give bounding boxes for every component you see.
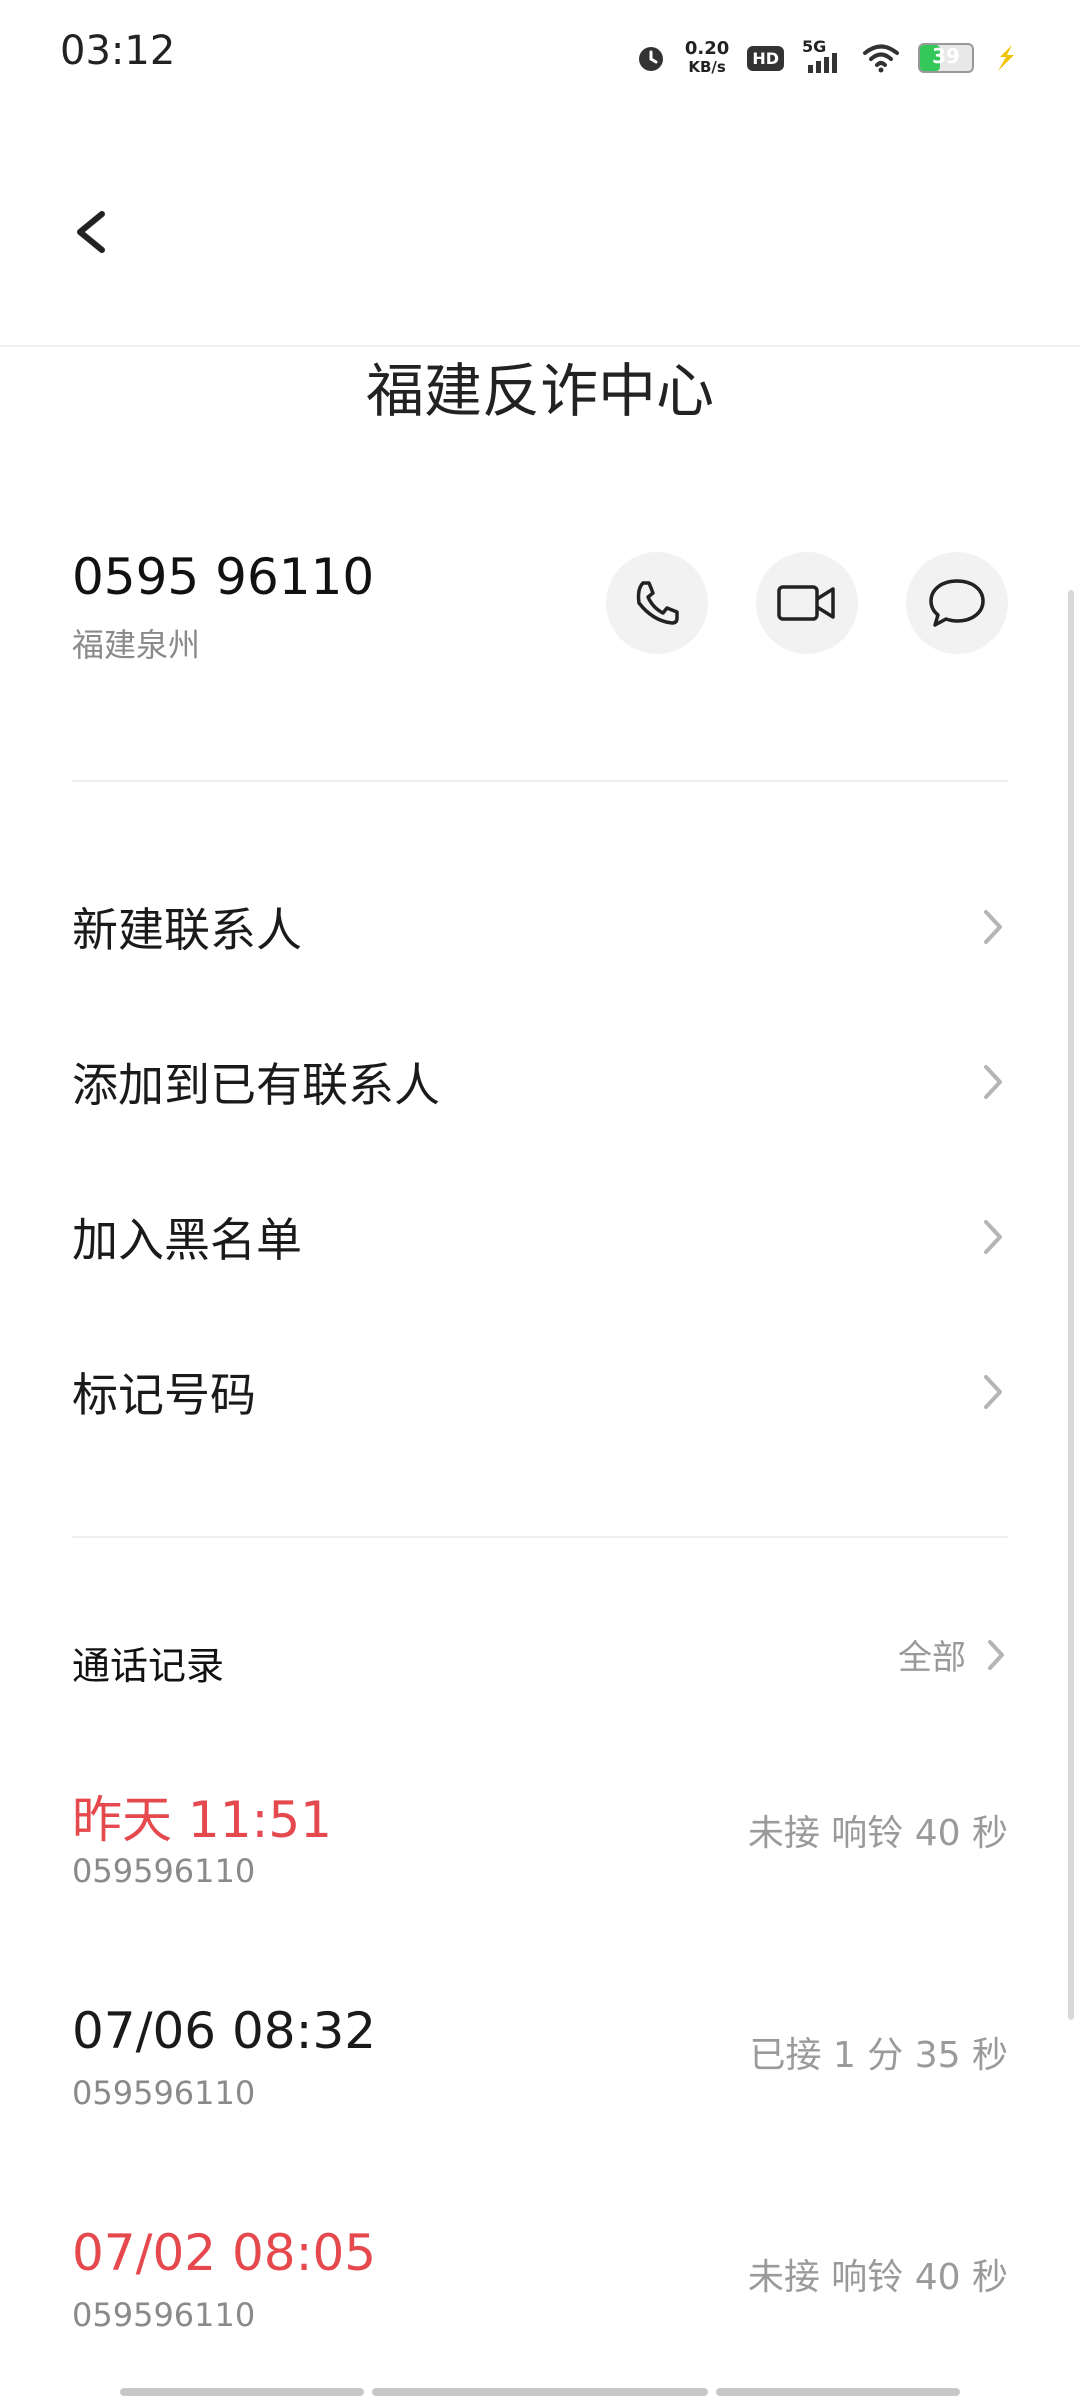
divider [72, 780, 1008, 782]
menu-item-new-contact[interactable]: 新建联系人 [72, 872, 1008, 982]
call-log-row[interactable]: 07/06 08:32 059596110 已接 1 分 35 秒 [72, 2002, 1008, 2152]
call-log-title: 通话记录 [72, 1644, 225, 1688]
contact-name: 福建反诈中心 [365, 357, 714, 425]
alarm-icon [638, 47, 663, 71]
chevron-right-icon [984, 910, 1002, 944]
call-status: 未接 响铃 40 秒 [747, 2257, 1008, 2298]
menu-item-label: 新建联系人 [72, 903, 302, 957]
video-icon [777, 585, 835, 621]
call-button[interactable] [606, 552, 708, 654]
chevron-right-icon [988, 1639, 1004, 1670]
call-log-row[interactable]: 07/02 08:05 059596110 未接 响铃 40 秒 [72, 2224, 1008, 2374]
status-icons: 0.20 KB/s HD 5G 39 [635, 36, 1018, 80]
status-time: 03:12 [60, 28, 176, 74]
edge-segment [716, 2388, 960, 2396]
menu-item-label: 标记号码 [72, 1368, 256, 1422]
view-all-button[interactable]: 全部 [898, 1630, 1008, 1679]
view-all-label: 全部 [898, 1638, 966, 1678]
edge-segment [372, 2388, 708, 2396]
phone-icon [636, 581, 679, 625]
menu-item-add-to-existing[interactable]: 添加到已有联系人 [72, 1027, 1008, 1137]
menu-item-label: 添加到已有联系人 [72, 1058, 440, 1112]
top-app-bar [0, 110, 1080, 347]
back-button[interactable] [66, 192, 126, 272]
bottom-edge-indicator [120, 2388, 960, 2396]
message-button[interactable] [906, 552, 1008, 654]
call-number: 059596110 [72, 2074, 256, 2112]
signal-indicator: 5G [802, 37, 844, 75]
chevron-right-icon [984, 1065, 1002, 1099]
call-log-row[interactable]: 昨天 11:51 059596110 未接 响铃 40 秒 [72, 1780, 1008, 1930]
charging-icon [998, 45, 1014, 71]
call-time: 07/02 08:05 [72, 2224, 377, 2282]
message-icon [929, 579, 985, 627]
scrollbar[interactable] [1068, 590, 1074, 2020]
net-speed-value: 0.20 [684, 38, 730, 59]
menu-item-blacklist[interactable]: 加入黑名单 [72, 1182, 1008, 1292]
chevron-right-icon [984, 1220, 1002, 1254]
call-number: 059596110 [72, 1852, 256, 1890]
chevron-right-icon [984, 1375, 1002, 1409]
net-speed-unit: KB/s [688, 58, 726, 76]
call-status: 已接 1 分 35 秒 [749, 2035, 1009, 2076]
menu-item-mark-number[interactable]: 标记号码 [72, 1337, 1008, 1447]
hd-badge: HD [747, 45, 784, 71]
call-status: 未接 响铃 40 秒 [747, 1813, 1008, 1854]
video-call-button[interactable] [756, 552, 858, 654]
wifi-icon [863, 44, 899, 73]
call-time: 07/06 08:32 [72, 2002, 377, 2060]
status-bar: 03:12 0.20 KB/s HD 5G 39 [0, 0, 1080, 110]
edge-segment [120, 2388, 364, 2396]
phone-number[interactable]: 0595 96110 [72, 548, 374, 606]
call-time: 昨天 11:51 [72, 1791, 332, 1849]
battery-icon: 39 [918, 43, 974, 73]
signal-icon [808, 53, 837, 73]
battery-level: 39 [932, 44, 960, 68]
call-number: 059596110 [72, 2296, 256, 2334]
menu-item-label: 加入黑名单 [72, 1213, 302, 1267]
back-arrow-icon [77, 211, 105, 253]
number-location: 福建泉州 [72, 626, 201, 664]
net-speed: 0.20 KB/s [684, 38, 730, 77]
divider [72, 1536, 1008, 1538]
